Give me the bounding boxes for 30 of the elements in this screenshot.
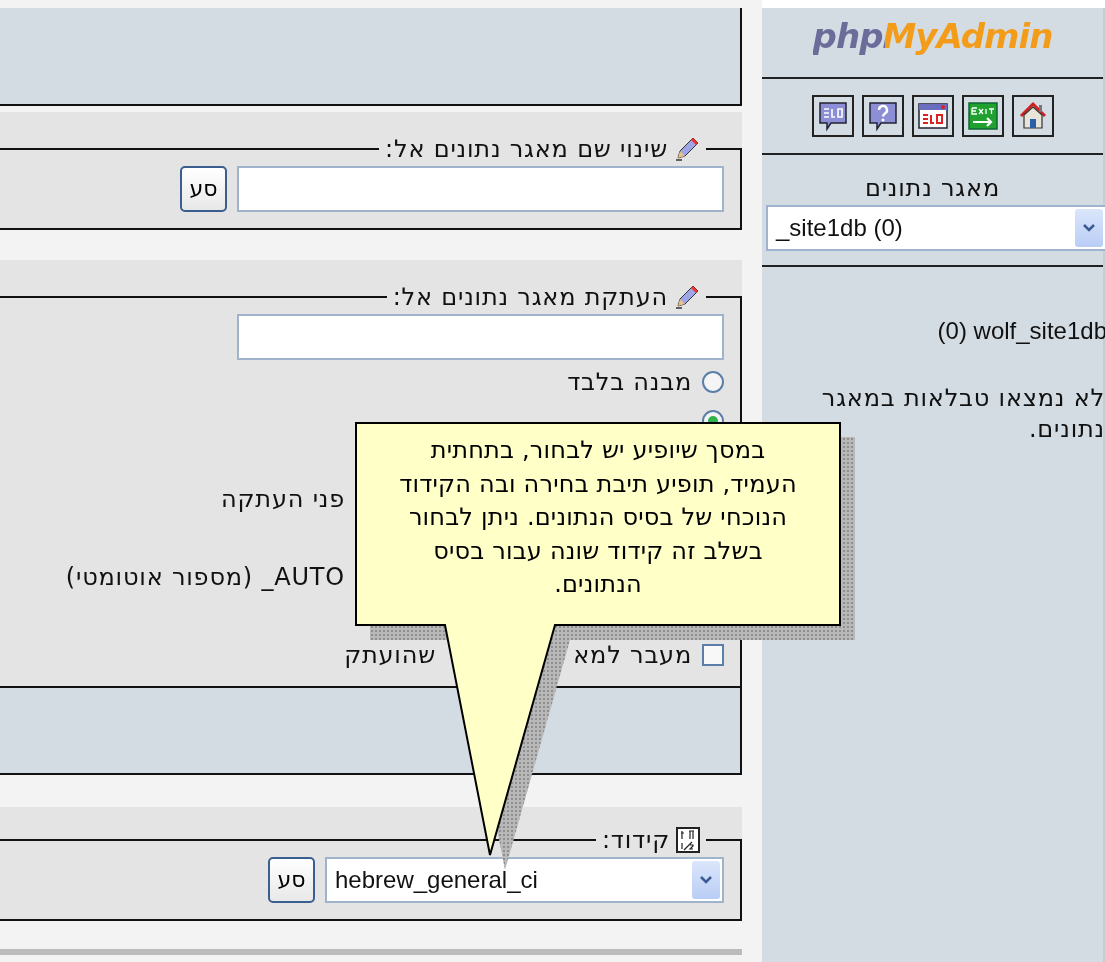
option-label: מבנה בלבד — [567, 366, 692, 398]
pencil-icon — [674, 136, 700, 162]
empty-message: לא נמצאו טבלאות במאגר נתונים. — [820, 382, 1105, 445]
dropdown-select[interactable]: hebrew_general_ci — [325, 857, 724, 903]
option-label: AUTO_ (מספור אוטומטי) — [64, 561, 345, 593]
sql-bubble-icon — [816, 100, 849, 133]
name-input-field[interactable] — [237, 314, 724, 360]
help-icon — [866, 100, 899, 133]
charset-legend: קידוד: — [601, 828, 670, 852]
toolbar-button[interactable] — [811, 95, 854, 138]
database-label: מאגר נתונים — [863, 173, 1001, 205]
exit-icon — [966, 100, 999, 133]
toolbar-button[interactable] — [911, 95, 954, 138]
option-label: מעבר למא — [573, 639, 692, 671]
go-button[interactable]: סע — [180, 166, 227, 212]
charset-icon — [676, 827, 700, 853]
radio-button[interactable] — [702, 370, 724, 393]
tooltip-text: במסך שיופיע יש לבחור, בתחתית העמיד, תופיע תיבת בחירה ובה הקידוד הנוכחי של בסיס הנתונים. ניתן לבחור בשלב זה קידוד שונה עבור בסיס הנתונים. — [398, 435, 798, 601]
dropdown-select[interactable]: _site1db (0) — [766, 204, 1105, 251]
copy-legend: העתקת מאגר נתונים אל: — [392, 285, 668, 309]
go-button[interactable]: סע — [268, 857, 315, 903]
toolbar-button[interactable] — [1011, 95, 1054, 138]
checkbox[interactable] — [702, 643, 724, 666]
pencil-icon — [674, 284, 700, 310]
rename-legend: שינוי שם מאגר נתונים אל: — [385, 137, 668, 161]
name-input-field[interactable] — [237, 166, 724, 212]
toolbar-button[interactable] — [861, 95, 904, 138]
option-label: שהועתק — [343, 639, 436, 671]
option-label: פני העתקה — [220, 483, 345, 515]
toolbar-button[interactable] — [961, 95, 1004, 138]
